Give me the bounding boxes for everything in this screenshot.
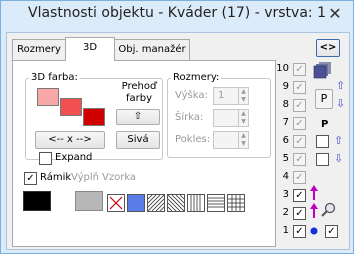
gray-button[interactable]: Sivá	[116, 131, 160, 149]
height-label: Výška:	[175, 90, 208, 101]
spinner-arrows-icon: ▲ ▼	[238, 88, 248, 104]
layer-number: 10	[276, 63, 289, 74]
fill-color-swatch[interactable]	[75, 191, 103, 211]
up-arrow-icon: ⇧	[334, 134, 344, 147]
decline-label: Pokles:	[175, 134, 211, 145]
layer-number: 1	[282, 225, 289, 236]
blue-dot-icon	[309, 226, 319, 239]
layer-1-checkbox[interactable]	[293, 225, 306, 238]
color-dark-swatch[interactable]	[83, 108, 105, 126]
pattern-grid-icon[interactable]	[227, 194, 245, 212]
expand-label: Expand	[55, 152, 93, 163]
layer-10-checkbox[interactable]	[293, 63, 306, 76]
pattern-solid-icon[interactable]	[127, 194, 145, 212]
dims-legend: Rozmery:	[171, 72, 222, 83]
toggle-panel-button[interactable]: <>	[316, 39, 340, 57]
frame-color-swatch[interactable]	[23, 191, 51, 211]
layer-number: 2	[282, 207, 289, 218]
tab-obj-manager[interactable]: Obj. manažér	[114, 39, 190, 61]
dialog-body: Rozmery 3D Obj. manažér 3D farba: Prehoď…	[6, 32, 350, 250]
layer-4-checkbox[interactable]	[293, 171, 306, 184]
tab-panel-3d: 3D farba: Prehoď farby ⇧ <-- x --> Sivá …	[12, 60, 276, 247]
spinner-arrows-icon: ▲ ▼	[238, 132, 248, 148]
layer-number: 4	[282, 171, 289, 182]
layer-number: 8	[282, 99, 289, 110]
layer-number: 3	[282, 189, 289, 200]
tab-rozmery[interactable]: Rozmery	[12, 39, 66, 61]
spinner-arrows-icon: ▲ ▼	[238, 110, 248, 126]
decline-spinner[interactable]: ▲ ▼	[213, 131, 249, 149]
width-label: Šírka:	[175, 112, 204, 123]
layer-8-checkbox[interactable]	[293, 99, 306, 112]
window-title: Vlastnosti objektu - Kváder (17) - vrstv…	[28, 5, 326, 21]
color-light-swatch[interactable]	[37, 88, 59, 106]
stack-layers-icon[interactable]	[313, 61, 335, 82]
down-arrow-icon: ⇩	[334, 152, 344, 165]
pattern-backdiagonal-icon[interactable]	[167, 194, 185, 212]
p-down-checkbox[interactable]	[316, 153, 329, 166]
color-mid-swatch[interactable]	[60, 98, 82, 116]
height-value: 1	[218, 90, 225, 101]
pattern-none-icon[interactable]	[107, 194, 125, 212]
move-down-arrow-icon[interactable]: ⇩	[336, 97, 345, 110]
p-button[interactable]: P	[315, 89, 333, 109]
layer-7-checkbox[interactable]	[293, 117, 306, 130]
pattern-diagonal-icon[interactable]	[147, 194, 165, 212]
layer-9-checkbox[interactable]	[293, 81, 306, 94]
magenta-up-arrow-icon[interactable]	[309, 185, 319, 204]
pattern-horizontal-icon[interactable]	[207, 194, 225, 212]
fill-label: Výplň	[71, 172, 99, 183]
color-legend: 3D farba:	[29, 72, 80, 83]
layer-6-checkbox[interactable]	[293, 135, 306, 148]
pattern-vertical-icon[interactable]	[187, 194, 205, 212]
layer-5-checkbox[interactable]	[293, 153, 306, 166]
expand-checkbox[interactable]	[39, 152, 52, 165]
layer-number: 6	[282, 135, 289, 146]
layer-number: 7	[282, 117, 289, 128]
layer-number: 5	[282, 153, 289, 164]
frame-checkbox[interactable]	[24, 172, 37, 185]
tab-3d[interactable]: 3D	[65, 37, 115, 61]
properties-window: Vlastnosti objektu - Kváder (17) - vrstv…	[0, 0, 354, 254]
height-spinner[interactable]: 1 ▲ ▼	[213, 87, 249, 105]
magnifier-icon[interactable]	[320, 202, 336, 221]
transfer-up-button[interactable]: ⇧	[116, 109, 160, 125]
pattern-label: Vzorka	[102, 172, 137, 183]
close-button[interactable]: ✕	[324, 4, 346, 26]
move-up-arrow-icon[interactable]: ⇧	[336, 79, 345, 92]
width-spinner[interactable]: ▲ ▼	[213, 109, 249, 127]
transfer-colors-label: Prehoď farby	[121, 81, 157, 104]
layer-2-checkbox[interactable]	[293, 207, 306, 220]
p-up-checkbox[interactable]	[316, 135, 329, 148]
swap-colors-button[interactable]: <-- x -->	[35, 131, 105, 149]
magenta-up-arrow-icon[interactable]	[309, 203, 319, 222]
frame-label: Rámik	[40, 172, 72, 183]
layer-3-checkbox[interactable]	[293, 189, 306, 202]
layer-number: 9	[282, 81, 289, 92]
layer-1-extra-checkbox[interactable]	[325, 225, 338, 238]
p-label: P	[321, 119, 329, 130]
